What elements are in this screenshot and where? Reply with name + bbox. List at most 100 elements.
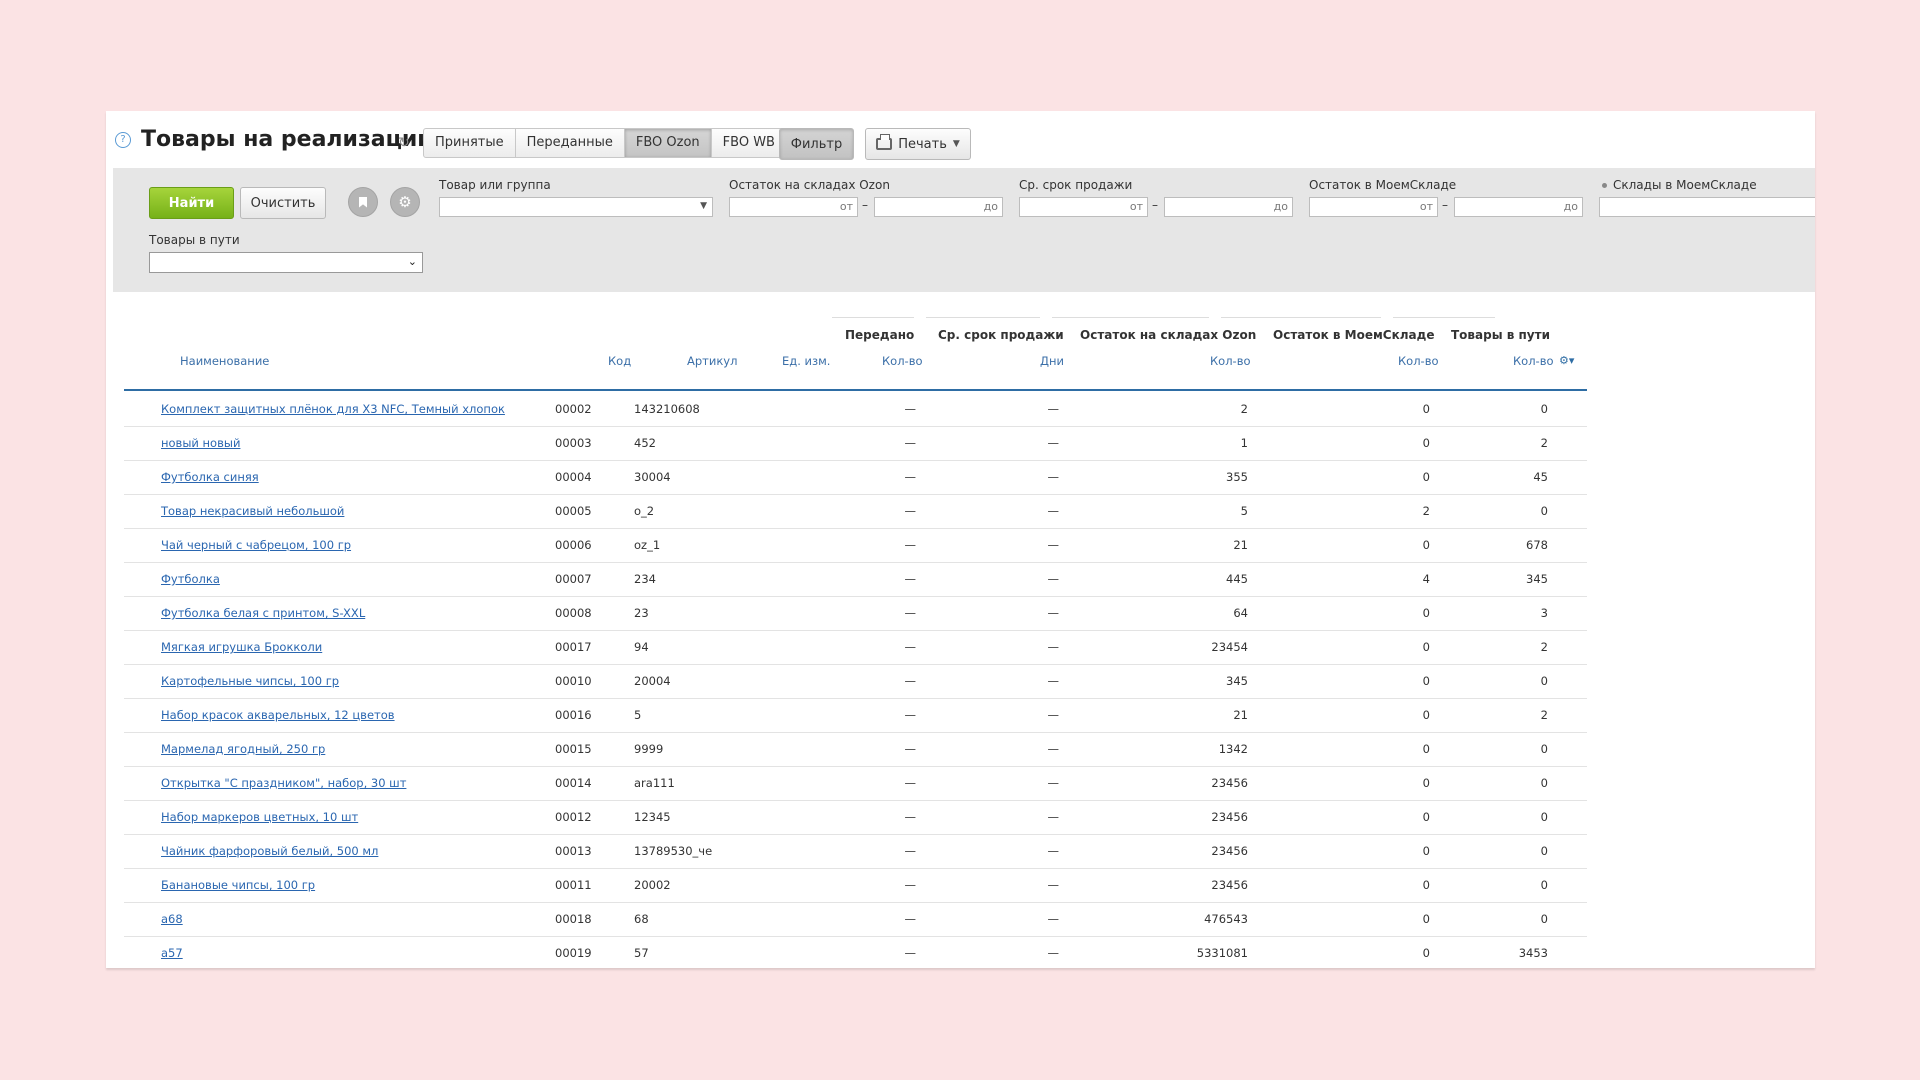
- product-name-link[interactable]: новый новый: [161, 426, 240, 460]
- avg-sale-to-input[interactable]: до: [1164, 197, 1293, 217]
- table-row[interactable]: а57 00019 57 — — 5331081 0 3453: [124, 936, 1587, 968]
- table-row[interactable]: Набор красок акварельных, 12 цветов 00016…: [124, 698, 1587, 733]
- ms-warehouses-select[interactable]: [1599, 197, 1815, 217]
- product-name-link[interactable]: Банановые чипсы, 100 гр: [161, 868, 315, 902]
- column-settings-gear-icon[interactable]: ⚙▾: [1559, 354, 1574, 367]
- product-article: 30004: [634, 470, 671, 484]
- ms-stock-qty: 0: [1422, 810, 1430, 824]
- product-article: 452: [634, 436, 656, 450]
- column-ms-qty[interactable]: Кол-во: [1398, 354, 1439, 368]
- table-row[interactable]: Чайник фарфоровый белый, 500 мл 00013 1378…: [124, 834, 1587, 869]
- product-name-link[interactable]: Комплект защитных плёнок для X3 NFC, Тем…: [161, 392, 505, 426]
- settings-button[interactable]: ⚙: [390, 187, 420, 217]
- table-row[interactable]: Банановые чипсы, 100 гр 00011 20002 — — 23456…: [124, 868, 1587, 903]
- avg-sale-days: —: [1047, 708, 1060, 722]
- table-row[interactable]: Товар некрасивый небольшой 00005 o_2 — — 5 2 0: [124, 494, 1587, 529]
- tab-transferred[interactable]: Переданные: [515, 128, 625, 158]
- product-article: 57: [634, 946, 649, 960]
- product-code: 00005: [555, 504, 592, 518]
- ms-stock-qty: 0: [1422, 742, 1430, 756]
- filter-button[interactable]: Фильтр: [779, 128, 854, 160]
- table-row[interactable]: Футболка белая с принтом, S-XXL 00008 23 — —…: [124, 596, 1587, 631]
- column-name[interactable]: Наименование: [180, 354, 269, 368]
- product-code: 00007: [555, 572, 592, 586]
- refresh-icon[interactable]: ↻: [398, 135, 410, 151]
- product-name-link[interactable]: Футболка: [161, 562, 220, 596]
- table-row[interactable]: Футболка 00007 234 — — 445 4 345: [124, 562, 1587, 597]
- product-name-link[interactable]: Мягкая игрушка Брокколи: [161, 630, 322, 664]
- avg-sale-days: —: [1047, 640, 1060, 654]
- ozon-stock-qty: 2: [1240, 402, 1248, 416]
- product-name-link[interactable]: Футболка синяя: [161, 460, 259, 494]
- column-code[interactable]: Код: [608, 354, 631, 368]
- clear-button[interactable]: Очистить: [240, 187, 326, 219]
- group-divider: [1393, 317, 1495, 318]
- tab-fbo-wb[interactable]: FBO WB: [711, 128, 787, 158]
- ms-stock-to-input[interactable]: до: [1454, 197, 1583, 217]
- in-transit-select[interactable]: ⌄: [149, 252, 423, 273]
- range-dash: –: [862, 198, 868, 212]
- product-code: 00004: [555, 470, 592, 484]
- ms-stock-qty: 0: [1422, 708, 1430, 722]
- product-name-link[interactable]: Набор красок акварельных, 12 цветов: [161, 698, 395, 732]
- transit-qty: 0: [1540, 776, 1548, 790]
- product-name-link[interactable]: Товар некрасивый небольшой: [161, 494, 344, 528]
- product-group-select[interactable]: ▼: [439, 197, 713, 217]
- table-row[interactable]: Футболка синяя 00004 30004 — — 355 0 45: [124, 460, 1587, 495]
- tab-fbo-ozon[interactable]: FBO Ozon: [624, 128, 712, 158]
- column-transferred-qty[interactable]: Кол-во: [882, 354, 923, 368]
- help-icon[interactable]: ?: [115, 132, 131, 148]
- table-row[interactable]: а68 00018 68 — — 476543 0 0: [124, 902, 1587, 937]
- group-ms-stock: Остаток в МоемСкладе: [1273, 328, 1435, 342]
- product-name-link[interactable]: Чай черный с чабрецом, 100 гр: [161, 528, 351, 562]
- avg-sale-from-input[interactable]: от: [1019, 197, 1148, 217]
- ozon-stock-qty: 21: [1233, 538, 1248, 552]
- product-name-link[interactable]: Набор маркеров цветных, 10 шт: [161, 800, 358, 834]
- product-group-label: Товар или группа: [439, 178, 551, 192]
- avg-sale-days: —: [1047, 912, 1060, 926]
- ozon-stock-qty: 1: [1240, 436, 1248, 450]
- transferred-qty: —: [904, 878, 917, 892]
- ozon-stock-qty: 23456: [1211, 776, 1248, 790]
- ozon-stock-from-input[interactable]: от: [729, 197, 858, 217]
- product-name-link[interactable]: Открытка "С праздником", набор, 30 шт: [161, 766, 406, 800]
- product-article: 68: [634, 912, 649, 926]
- avg-sale-days: —: [1047, 470, 1060, 484]
- transferred-qty: —: [904, 946, 917, 960]
- ozon-stock-qty: 355: [1226, 470, 1248, 484]
- column-article[interactable]: Артикул: [687, 354, 737, 368]
- column-unit[interactable]: Ед. изм.: [782, 354, 830, 368]
- transferred-qty: —: [904, 402, 917, 416]
- product-name-link[interactable]: Футболка белая с принтом, S-XXL: [161, 596, 365, 630]
- product-name-link[interactable]: а68: [161, 902, 183, 936]
- tab-accepted[interactable]: Принятые: [423, 128, 516, 158]
- find-button[interactable]: Найти: [149, 187, 234, 219]
- bookmark-button[interactable]: [348, 187, 378, 217]
- ms-stock-from-input[interactable]: от: [1309, 197, 1438, 217]
- product-name-link[interactable]: Мармелад ягодный, 250 гр: [161, 732, 325, 766]
- table-row[interactable]: Комплект защитных плёнок для X3 NFC, Тем…: [124, 392, 1587, 427]
- column-transit-qty[interactable]: Кол-во: [1513, 354, 1554, 368]
- transferred-qty: —: [904, 912, 917, 926]
- transferred-qty: —: [904, 606, 917, 620]
- table-row[interactable]: новый новый 00003 452 — — 1 0 2: [124, 426, 1587, 461]
- transferred-qty: —: [904, 504, 917, 518]
- table-row[interactable]: Картофельные чипсы, 100 гр 00010 20004 — — 34…: [124, 664, 1587, 699]
- column-days[interactable]: Дни: [1040, 354, 1064, 368]
- ms-stock-qty: 4: [1422, 572, 1430, 586]
- ozon-stock-to-input[interactable]: до: [874, 197, 1003, 217]
- product-name-link[interactable]: Чайник фарфоровый белый, 500 мл: [161, 834, 378, 868]
- table-row[interactable]: Мармелад ягодный, 250 гр 00015 9999 — — 1342 0…: [124, 732, 1587, 767]
- print-button[interactable]: Печать ▼: [865, 128, 971, 160]
- product-name-link[interactable]: Картофельные чипсы, 100 гр: [161, 664, 339, 698]
- table-row[interactable]: Мягкая игрушка Брокколи 00017 94 — — 23454 0 2: [124, 630, 1587, 665]
- ms-stock-qty: 0: [1422, 606, 1430, 620]
- transit-qty: 0: [1540, 912, 1548, 926]
- transit-qty: 2: [1540, 436, 1548, 450]
- table-row[interactable]: Открытка "С праздником", набор, 30 шт 000…: [124, 766, 1587, 801]
- table-row[interactable]: Чай черный с чабрецом, 100 гр 00006 oz_1 — —…: [124, 528, 1587, 563]
- column-ozon-qty[interactable]: Кол-во: [1210, 354, 1251, 368]
- table-row[interactable]: Набор маркеров цветных, 10 шт 00012 12345 —…: [124, 800, 1587, 835]
- product-name-link[interactable]: а57: [161, 936, 183, 968]
- ms-stock-qty: 0: [1422, 946, 1430, 960]
